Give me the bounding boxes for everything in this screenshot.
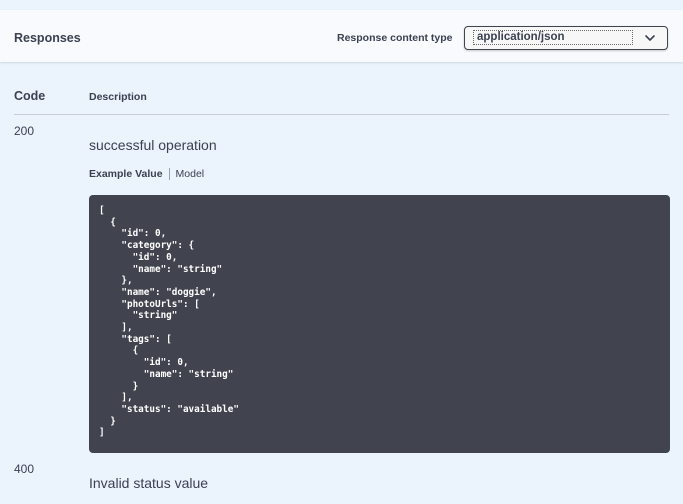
tab-example-value[interactable]: Example Value [89, 168, 163, 180]
content-type-value: application/json [473, 30, 633, 45]
top-strip [0, 0, 683, 10]
response-code-200: 200 [14, 124, 35, 138]
tab-model[interactable]: Model [176, 168, 205, 180]
content-type-label: Response content type [337, 32, 453, 44]
example-json: [ { "id": 0, "category": { "id": 0, "nam… [99, 205, 239, 439]
response-description-200: successful operation [89, 137, 217, 153]
example-model-tabs: Example Value Model [89, 168, 204, 180]
column-header-code: Code [14, 89, 46, 103]
response-code-400: 400 [14, 462, 35, 476]
responses-header: Responses Response content type applicat… [0, 10, 683, 62]
tab-separator [168, 168, 170, 180]
example-value-code-block: [ { "id": 0, "category": { "id": 0, "nam… [89, 195, 670, 453]
responses-title: Responses [14, 31, 81, 45]
chevron-down-icon [645, 35, 655, 41]
response-description-400: Invalid status value [89, 475, 209, 491]
content-type-select[interactable]: application/json [464, 26, 668, 50]
column-header-description: Description [89, 91, 147, 103]
table-divider [14, 114, 669, 115]
